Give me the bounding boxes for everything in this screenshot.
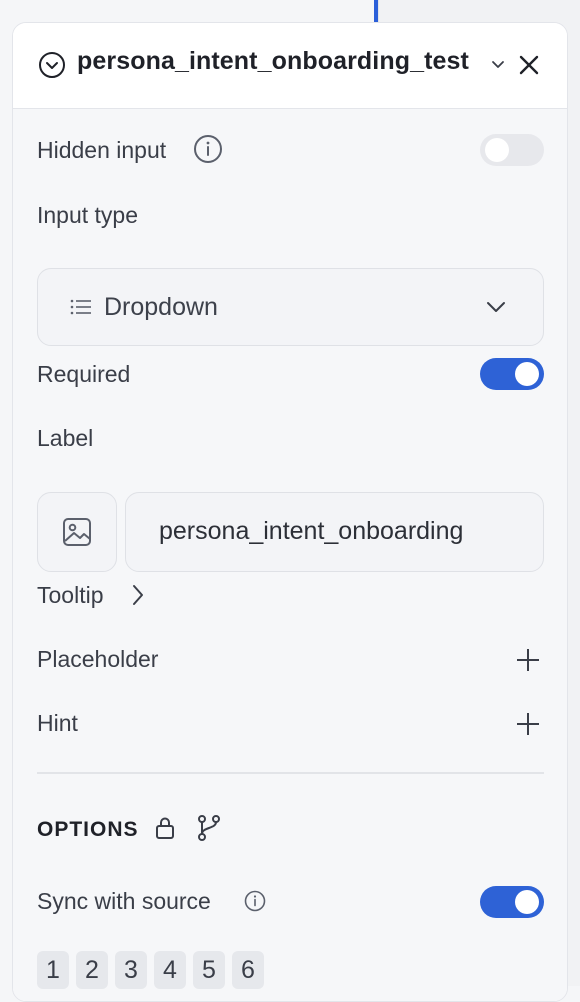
git-branch-icon[interactable] [195, 814, 223, 842]
label-image-button[interactable] [37, 492, 117, 572]
image-icon [63, 518, 91, 546]
label-field-label: Label [37, 425, 94, 451]
hidden-input-toggle[interactable] [480, 134, 544, 166]
input-type-label: Input type [37, 202, 139, 228]
label-input[interactable]: persona_intent_onboarding [125, 492, 544, 572]
sync-with-source-label: Sync with source [37, 888, 211, 914]
input-type-select[interactable]: Dropdown [37, 268, 544, 346]
sync-with-source-toggle[interactable] [480, 886, 544, 918]
list-icon [70, 299, 91, 315]
hint-label: Hint [37, 710, 78, 736]
option-chip[interactable]: 5 [193, 951, 225, 989]
close-icon[interactable] [517, 53, 541, 77]
add-hint-icon[interactable] [515, 711, 541, 737]
option-chip[interactable]: 4 [154, 951, 186, 989]
info-icon[interactable] [244, 890, 266, 912]
panel-body: Hidden input Input type Dropdown Require… [13, 109, 567, 1001]
section-divider [37, 772, 544, 774]
toggle-knob [515, 890, 539, 914]
chevron-down-icon [487, 302, 505, 312]
selection-indicator [374, 0, 378, 22]
properties-panel: persona_intent_onboarding_test Hidden in… [12, 22, 568, 1002]
tooltip-label[interactable]: Tooltip [37, 582, 103, 609]
info-icon[interactable] [193, 134, 223, 164]
required-label: Required [37, 361, 131, 387]
placeholder-label: Placeholder [37, 646, 159, 672]
collapse-circle-icon[interactable] [38, 51, 66, 79]
toggle-knob [485, 138, 509, 162]
hidden-input-label: Hidden input [37, 137, 167, 163]
option-chip[interactable]: 1 [37, 951, 69, 989]
toggle-knob [515, 362, 539, 386]
chevron-right-icon[interactable] [131, 583, 145, 607]
chevron-down-icon[interactable] [489, 55, 507, 73]
lock-icon[interactable] [154, 816, 176, 840]
panel-title: persona_intent_onboarding_test [77, 47, 469, 75]
add-placeholder-icon[interactable] [515, 647, 541, 673]
required-toggle[interactable] [480, 358, 544, 390]
options-section-title: OPTIONS [37, 818, 139, 841]
option-chip[interactable]: 2 [76, 951, 108, 989]
panel-header: persona_intent_onboarding_test [13, 23, 567, 109]
option-chip[interactable]: 6 [232, 951, 264, 989]
option-chips: 1 2 3 4 5 6 [37, 951, 264, 989]
input-type-value: Dropdown [104, 293, 218, 321]
option-chip[interactable]: 3 [115, 951, 147, 989]
